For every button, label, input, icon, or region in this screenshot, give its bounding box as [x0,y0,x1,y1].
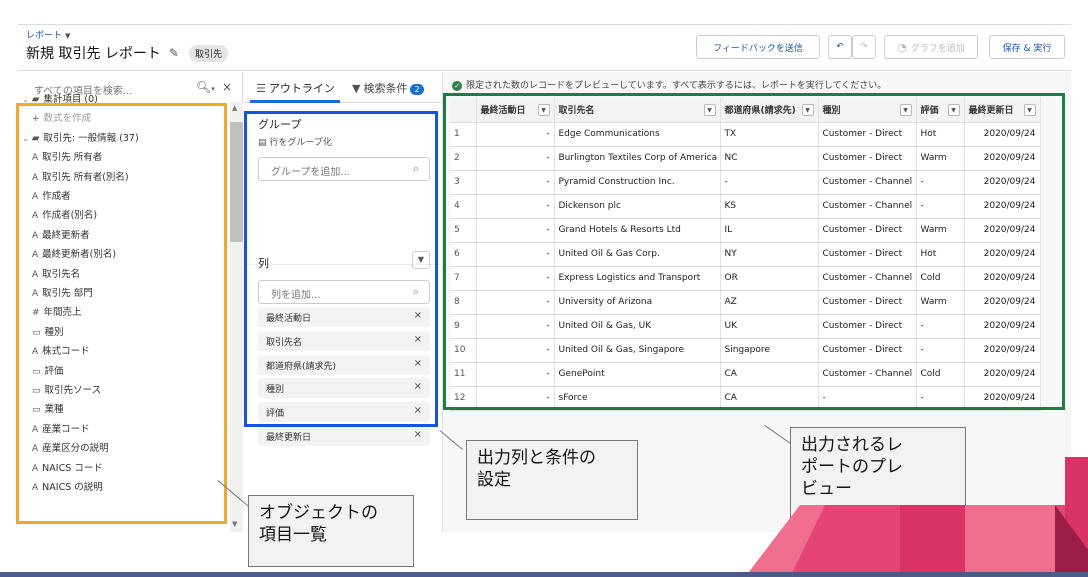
add-chart-label: グラフを追加 [910,43,965,54]
page-title: 新規 取引先 レポート [26,46,161,62]
deco-shape [965,505,1055,577]
redo-icon: ↷ [860,42,868,52]
check-circle-icon: ✓ [452,81,462,91]
preview-highlight-frame [443,93,1065,410]
callout-columns-text: 出力列と条件の 設定 [477,448,596,491]
preview-info-text: 限定された数のレコードをプレビューしています。すべて表示するには、レポートを実行… [466,81,887,91]
fields-scrollbar[interactable]: ▲ ▼ [230,102,243,532]
undo-icon: ↶ [836,42,844,52]
redo-button[interactable]: ↷ [852,35,876,59]
decorative-shapes [745,457,1088,577]
save-and-run-label: 保存 & 実行 [1002,43,1052,54]
column-pill[interactable]: 最終更新日 × [258,426,430,446]
chevron-down-icon[interactable]: ▼ [65,32,70,40]
tab-outline[interactable]: ☰ アウトライン [256,80,335,96]
bottom-bar [0,572,1088,577]
columns-highlight-frame [244,111,438,427]
search-icon[interactable]: 🔍︎▾ [196,80,215,94]
add-chart-button[interactable]: ◔ グラフを追加 [884,35,978,59]
scroll-up-icon[interactable]: ▲ [232,104,237,112]
column-pill-label: 最終更新日 [266,433,312,443]
breadcrumb-label: レポート [26,31,63,41]
callout-objects-text: オブジェクトの 項目一覧 [259,503,378,546]
edit-pencil-icon[interactable]: ✎ [169,46,179,60]
report-title-row: 新規 取引先 レポート ✎ 取引先 [26,43,228,63]
active-tab-indicator [250,100,340,103]
close-icon[interactable]: × [222,80,232,94]
filter-icon: ▼ [352,82,361,95]
tab-filters-label: 検索条件 [363,82,408,95]
report-type-badge: 取引先 [188,44,228,62]
tab-outline-label: アウトライン [268,82,335,95]
scroll-down-icon[interactable]: ▼ [232,520,237,528]
undo-button[interactable]: ↶ [828,35,852,59]
save-and-run-button[interactable]: 保存 & 実行 [989,35,1065,59]
tab-filters[interactable]: ▼ 検索条件 2 [352,80,424,96]
remove-column-icon[interactable]: × [414,429,422,440]
send-feedback-label: フィードバックを送信 [713,43,803,54]
scroll-thumb[interactable] [230,122,243,242]
breadcrumb[interactable]: レポート ▼ [26,28,70,41]
deco-shape [900,505,965,577]
preview-info: ✓ 限定された数のレコードをプレビューしています。すべて表示するには、レポートを実… [452,78,886,91]
objects-highlight-frame [16,103,227,524]
report-header: レポート ▼ 新規 取引先 レポート ✎ 取引先 フィードバックを送信 ↶ ↷ ◔… [18,25,1071,71]
callout-columns: 出力列と条件の 設定 [466,440,638,520]
callout-objects: オブジェクトの 項目一覧 [248,495,414,567]
slide: レポート ▼ 新規 取引先 レポート ✎ 取引先 フィードバックを送信 ↶ ↷ ◔… [0,0,1088,577]
chart-icon: ◔ [897,40,907,54]
filters-count-badge: 2 [410,84,424,95]
send-feedback-button[interactable]: フィードバックを送信 [696,35,820,59]
outline-icon: ☰ [256,82,266,95]
